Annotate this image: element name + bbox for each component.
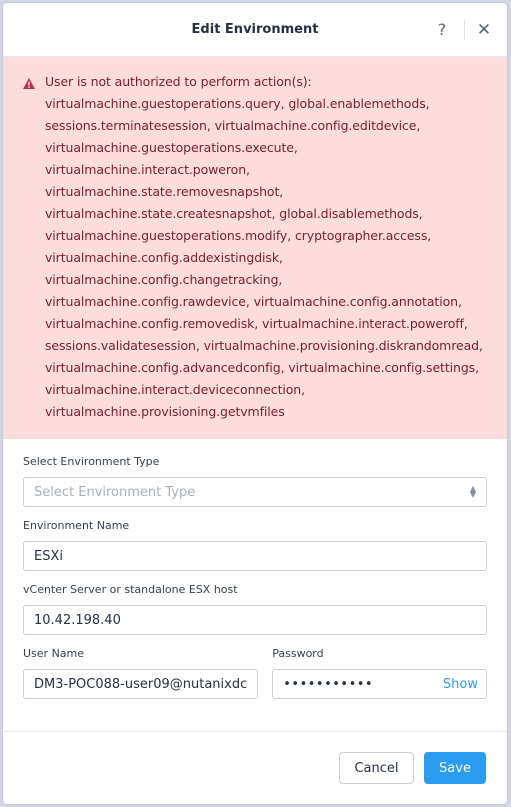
env-name-label: Environment Name xyxy=(23,519,130,532)
env-name-input[interactable]: ESXi xyxy=(23,541,487,571)
select-arrows-icon: ▲ ▼ xyxy=(469,484,476,499)
error-line: virtualmachine.interact.deviceconnection… xyxy=(45,382,305,397)
close-icon[interactable]: ✕ xyxy=(469,20,499,40)
env-type-label: Select Environment Type xyxy=(23,455,160,468)
error-line: virtualmachine.config.rawdevice, virtual… xyxy=(45,294,462,309)
username-input[interactable]: DM3-POC088-user09@nutanixdc xyxy=(23,669,259,699)
error-line: sessions.validatesession, virtualmachine… xyxy=(45,338,483,353)
error-line: virtualmachine.interact.poweron, xyxy=(45,162,250,177)
show-password-link[interactable]: Show xyxy=(443,677,478,692)
header-divider xyxy=(464,19,465,40)
username-label: User Name xyxy=(23,647,85,660)
username-field: User Name DM3-POC088-user09@nutanixdc xyxy=(23,647,259,699)
dialog-footer: Cancel Save xyxy=(3,731,507,804)
save-button[interactable]: Save xyxy=(424,752,486,784)
dialog-title: Edit Environment xyxy=(191,22,319,37)
edit-environment-dialog: Edit Environment ? ✕ User is not authori… xyxy=(3,3,507,804)
password-value: ••••••••••• xyxy=(283,676,374,692)
warning-icon xyxy=(23,71,45,423)
credentials-row: User Name DM3-POC088-user09@nutanixdc Pa… xyxy=(23,647,487,711)
env-type-select[interactable]: Select Environment Type ▲ ▼ xyxy=(23,477,487,507)
header-actions: ? ✕ xyxy=(424,3,499,56)
vcenter-field: vCenter Server or standalone ESX host 10… xyxy=(23,583,487,635)
error-banner: User is not authorized to perform action… xyxy=(3,57,507,439)
env-name-field: Environment Name ESXi xyxy=(23,519,487,571)
error-line: sessions.terminatesession, virtualmachin… xyxy=(45,118,421,133)
error-line: virtualmachine.config.advancedconfig, vi… xyxy=(45,360,479,375)
password-field: Password ••••••••••• Show xyxy=(272,647,487,699)
cancel-button[interactable]: Cancel xyxy=(339,752,414,784)
password-label: Password xyxy=(272,647,324,660)
error-line: virtualmachine.guestoperations.query, gl… xyxy=(45,96,430,111)
error-message: User is not authorized to perform action… xyxy=(45,71,483,423)
error-line: virtualmachine.guestoperations.execute, xyxy=(45,140,298,155)
error-line: virtualmachine.config.addexistingdisk, xyxy=(45,250,283,265)
env-type-field: Select Environment Type Select Environme… xyxy=(23,455,487,507)
error-line: virtualmachine.config.removedisk, virtua… xyxy=(45,316,468,331)
dialog-header: Edit Environment ? ✕ xyxy=(3,3,507,57)
help-icon[interactable]: ? xyxy=(424,20,460,39)
error-line: virtualmachine.state.removesnapshot, xyxy=(45,184,284,199)
password-input[interactable]: ••••••••••• Show xyxy=(272,669,487,699)
environment-form: Select Environment Type Select Environme… xyxy=(3,439,507,711)
vcenter-label: vCenter Server or standalone ESX host xyxy=(23,583,238,596)
env-type-placeholder: Select Environment Type xyxy=(34,484,196,500)
error-line: virtualmachine.guestoperations.modify, c… xyxy=(45,228,432,243)
error-line: virtualmachine.state.createsnapshot, glo… xyxy=(45,206,423,221)
vcenter-input[interactable]: 10.42.198.40 xyxy=(23,605,487,635)
error-line: virtualmachine.provisioning.getvmfiles xyxy=(45,404,285,419)
error-line: User is not authorized to perform action… xyxy=(45,74,312,89)
error-line: virtualmachine.config.changetracking, xyxy=(45,272,283,287)
